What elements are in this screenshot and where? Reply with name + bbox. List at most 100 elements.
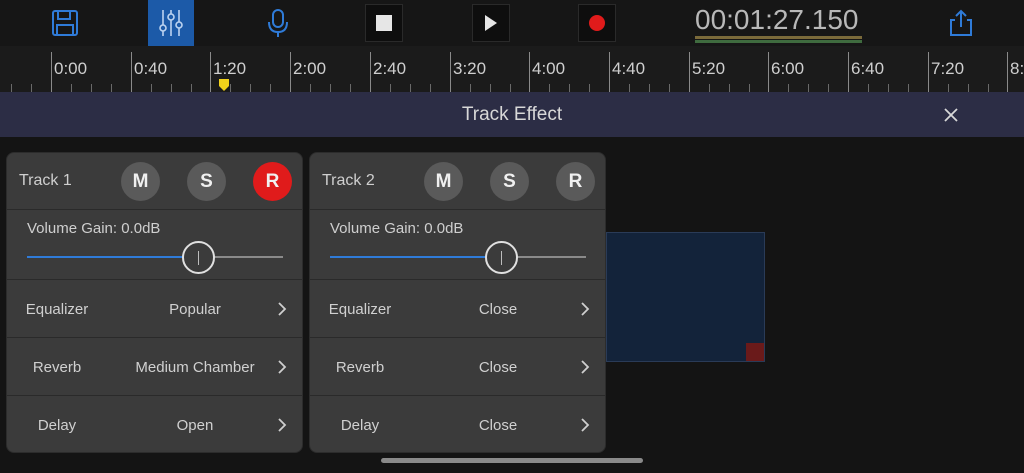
ruler-major-tick <box>210 52 211 92</box>
playhead-marker[interactable] <box>219 79 229 91</box>
save-button[interactable] <box>42 0 88 46</box>
chevron-right-icon <box>275 299 289 319</box>
ruler-minor-tick <box>968 84 969 92</box>
clip-marker <box>746 343 764 361</box>
row-label: Delay <box>37 417 77 434</box>
delay-row[interactable]: Delay Close <box>310 396 605 452</box>
ruler-minor-tick <box>948 84 949 92</box>
sliders-icon <box>159 10 183 36</box>
ruler-minor-tick <box>510 84 511 92</box>
ruler-minor-tick <box>111 84 112 92</box>
ruler-time-label: 2:40 <box>373 59 407 78</box>
ruler-minor-tick <box>868 84 869 92</box>
solo-button[interactable]: S <box>490 162 529 201</box>
ruler-minor-tick <box>908 84 909 92</box>
ruler-minor-tick <box>151 84 152 92</box>
record-arm-button[interactable]: R <box>556 162 595 201</box>
ruler-minor-tick <box>669 84 670 92</box>
row-value: Close <box>478 301 518 318</box>
ruler-time-label: 4:40 <box>612 59 646 78</box>
ruler-minor-tick <box>569 84 570 92</box>
ruler-minor-tick <box>31 84 32 92</box>
ruler-time-label: 8: <box>1010 59 1024 78</box>
ruler-time-label: 4:00 <box>532 59 566 78</box>
audio-clip[interactable] <box>606 232 765 362</box>
ruler-minor-tick <box>171 84 172 92</box>
record-arm-button[interactable]: R <box>253 162 292 201</box>
ruler-time-label: 2:00 <box>293 59 327 78</box>
stop-button[interactable] <box>365 4 403 42</box>
ruler-minor-tick <box>589 84 590 92</box>
ruler-minor-tick <box>629 84 630 92</box>
reverb-row[interactable]: Reverb Medium Chamber <box>7 338 302 396</box>
ruler-major-tick <box>529 52 530 92</box>
share-export-icon <box>950 9 972 36</box>
ruler-time-label: 1:20 <box>213 59 247 78</box>
row-value: Close <box>478 359 518 376</box>
row-value: Popular <box>169 301 221 318</box>
ruler-major-tick <box>131 52 132 92</box>
ruler-minor-tick <box>11 84 12 92</box>
level-meter-left <box>695 36 862 39</box>
ruler-time-label: 3:20 <box>453 59 487 78</box>
track-effect-header: Track Effect <box>0 92 1024 137</box>
equalizer-row[interactable]: Equalizer Close <box>310 280 605 338</box>
ruler-minor-tick <box>749 84 750 92</box>
ruler-minor-tick <box>808 84 809 92</box>
ruler-time-label: 5:20 <box>692 59 726 78</box>
ruler-major-tick <box>450 52 451 92</box>
ruler-minor-tick <box>310 84 311 92</box>
ruler-minor-tick <box>71 84 72 92</box>
close-button[interactable] <box>938 102 964 128</box>
level-meter-right <box>695 40 862 43</box>
chevron-right-icon <box>578 357 592 377</box>
reverb-row[interactable]: Reverb Close <box>310 338 605 396</box>
volume-slider[interactable] <box>330 256 586 258</box>
track-effect-title: Track Effect <box>461 103 563 125</box>
home-indicator[interactable] <box>381 458 643 463</box>
row-label: Reverb <box>32 359 82 376</box>
ruler-major-tick <box>290 52 291 92</box>
microphone-button[interactable] <box>255 0 301 46</box>
track-title: Track 1 <box>19 172 72 189</box>
ruler-minor-tick <box>828 84 829 92</box>
chevron-right-icon <box>275 415 289 435</box>
volume-slider-thumb[interactable] <box>182 241 215 274</box>
ruler-major-tick <box>1007 52 1008 92</box>
ruler-minor-tick <box>888 84 889 92</box>
volume-slider-thumb[interactable] <box>485 241 518 274</box>
ruler-minor-tick <box>470 84 471 92</box>
microphone-icon <box>268 9 288 37</box>
delay-row[interactable]: Delay Open <box>7 396 302 452</box>
ruler-major-tick <box>51 52 52 92</box>
equalizer-row[interactable]: Equalizer Popular <box>7 280 302 338</box>
ruler-minor-tick <box>729 84 730 92</box>
timeline-ruler[interactable]: 0:00 0:40 1:20 2:00 2:40 3:20 4:00 4:40 5:20 6:00… <box>0 46 1024 92</box>
volume-slider[interactable] <box>27 256 283 258</box>
volume-slider-fill <box>27 256 199 258</box>
ruler-minor-tick <box>490 84 491 92</box>
ruler-minor-tick <box>788 84 789 92</box>
ruler-minor-tick <box>390 84 391 92</box>
time-display: 00:01:27.150 <box>695 4 859 35</box>
mixer-button[interactable] <box>148 0 194 46</box>
record-button[interactable] <box>578 4 616 42</box>
track-title: Track 2 <box>322 172 375 189</box>
row-label: Equalizer <box>328 301 392 318</box>
ruler-minor-tick <box>270 84 271 92</box>
ruler-minor-tick <box>988 84 989 92</box>
ruler-minor-tick <box>230 84 231 92</box>
mute-button[interactable]: M <box>424 162 463 201</box>
ruler-major-tick <box>370 52 371 92</box>
chevron-right-icon <box>578 299 592 319</box>
export-button[interactable] <box>938 0 984 46</box>
volume-gain-label: Volume Gain: 0.0dB <box>330 220 464 237</box>
mute-button[interactable]: M <box>121 162 160 201</box>
play-button[interactable] <box>472 4 510 42</box>
ruler-time-label: 6:40 <box>851 59 885 78</box>
track-panel-2: Track 2 M S R Volume Gain: 0.0dB Equaliz… <box>309 152 606 453</box>
solo-button[interactable]: S <box>187 162 226 201</box>
ruler-minor-tick <box>350 84 351 92</box>
close-icon <box>944 108 958 122</box>
ruler-minor-tick <box>709 84 710 92</box>
